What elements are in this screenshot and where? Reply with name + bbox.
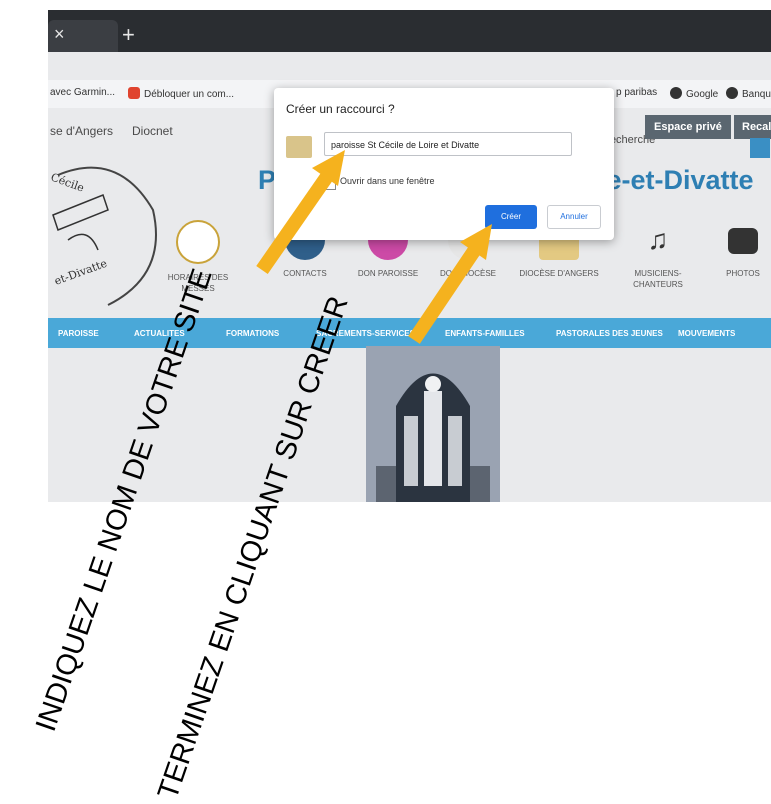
arrow-to-name-field	[256, 150, 345, 274]
arrow-to-create-button	[408, 224, 492, 344]
annotation-arrows	[256, 150, 492, 344]
